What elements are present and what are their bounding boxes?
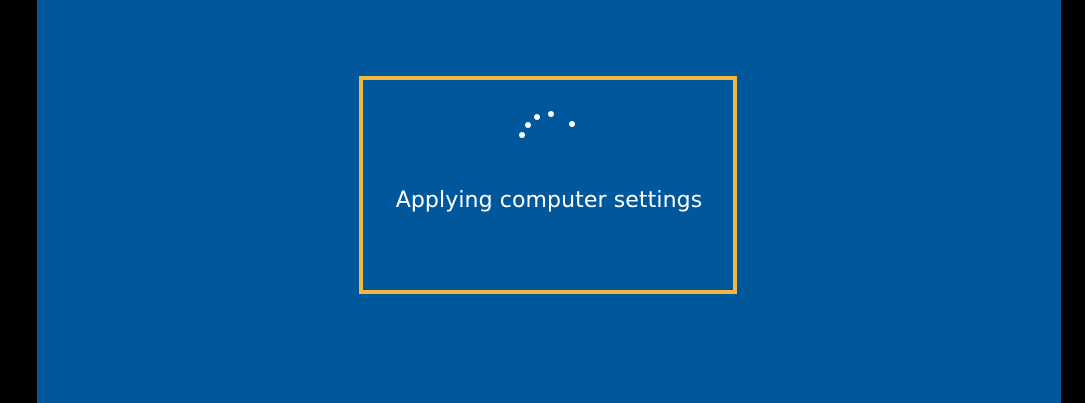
highlight-box	[359, 76, 737, 294]
windows-loading-screen: Applying computer settings	[37, 0, 1061, 403]
status-text: Applying computer settings	[395, 188, 703, 213]
